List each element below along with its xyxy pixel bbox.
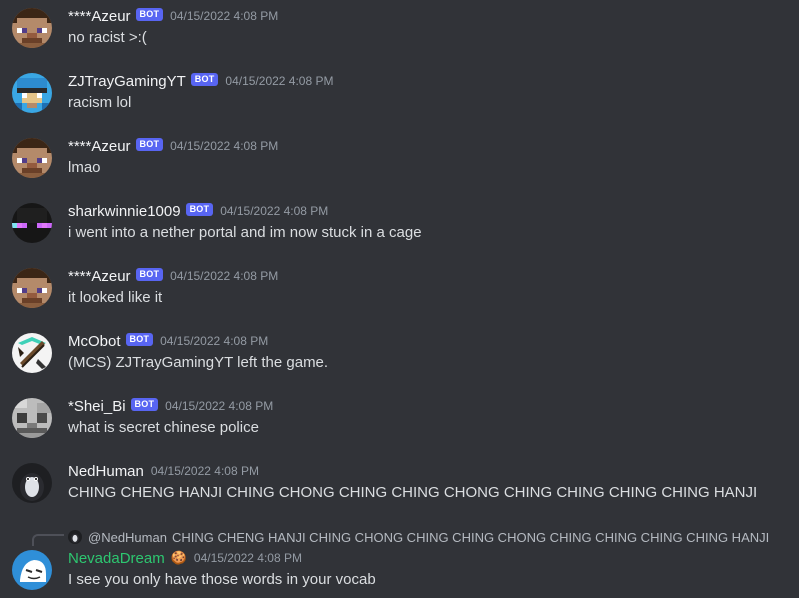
penguin-avatar-icon bbox=[68, 530, 82, 544]
message: ****Azeur BOT 04/15/2022 4:08 PM no raci… bbox=[0, 7, 799, 68]
username[interactable]: ****Azeur bbox=[68, 268, 131, 285]
timestamp: 04/15/2022 4:08 PM bbox=[165, 399, 274, 413]
ghost-avatar-icon[interactable] bbox=[12, 550, 52, 590]
message-content: I see you only have those words in your … bbox=[68, 571, 376, 588]
timestamp: 04/15/2022 4:08 PM bbox=[160, 334, 269, 348]
timestamp: 04/15/2022 4:08 PM bbox=[220, 204, 329, 218]
bot-tag: BOT bbox=[190, 72, 219, 86]
message-content: (MCS) ZJTrayGamingYT left the game. bbox=[68, 354, 329, 371]
steve-avatar-icon[interactable] bbox=[12, 268, 52, 308]
bot-tag: BOT bbox=[135, 267, 164, 281]
bot-tag: BOT bbox=[135, 7, 164, 21]
bot-tag: BOT bbox=[130, 397, 159, 411]
username[interactable]: McObot bbox=[68, 333, 121, 350]
steve-avatar-icon[interactable] bbox=[12, 8, 52, 48]
bot-tag: BOT bbox=[135, 137, 164, 151]
message: sharkwinnie1009 BOT 04/15/2022 4:08 PM i… bbox=[0, 202, 799, 263]
message: McObot BOT 04/15/2022 4:08 PM (MCS) ZJTr… bbox=[0, 332, 799, 393]
bot-tag: BOT bbox=[185, 202, 214, 216]
username[interactable]: ****Azeur bbox=[68, 8, 131, 25]
message-content: lmao bbox=[68, 159, 101, 176]
chat-message-list: ****Azeur BOT 04/15/2022 4:08 PM no raci… bbox=[0, 0, 799, 598]
timestamp: 04/15/2022 4:08 PM bbox=[193, 551, 302, 565]
message-content: no racist >:( bbox=[68, 29, 147, 46]
message-content: i went into a nether portal and im now s… bbox=[68, 224, 422, 241]
username[interactable]: *Shei_Bi bbox=[68, 398, 126, 415]
reply-reference[interactable]: @NedHuman CHING CHENG HANJI CHING CHONG … bbox=[68, 528, 769, 546]
penguin-avatar-icon[interactable] bbox=[12, 463, 52, 503]
pickaxe-avatar-icon[interactable] bbox=[12, 333, 52, 373]
message: ****Azeur BOT 04/15/2022 4:08 PM lmao bbox=[0, 137, 799, 198]
timestamp: 04/15/2022 4:08 PM bbox=[150, 464, 259, 478]
message-content: racism lol bbox=[68, 94, 132, 111]
message: ZJTrayGamingYT BOT 04/15/2022 4:08 PM ra… bbox=[0, 72, 799, 133]
reply-connector bbox=[32, 534, 64, 546]
diamond-helmet-avatar-icon[interactable] bbox=[12, 73, 52, 113]
reply-preview-text: CHING CHENG HANJI CHING CHONG CHING CHIN… bbox=[171, 529, 770, 545]
username[interactable]: ****Azeur bbox=[68, 138, 131, 155]
message: NedHuman 04/15/2022 4:08 PM CHING CHENG … bbox=[0, 463, 799, 523]
timestamp: 04/15/2022 4:08 PM bbox=[170, 9, 279, 23]
enderman-avatar-icon[interactable] bbox=[12, 203, 52, 243]
skeleton-avatar-icon[interactable] bbox=[12, 398, 52, 438]
timestamp: 04/15/2022 4:08 PM bbox=[170, 269, 279, 283]
message-reply: @NedHuman CHING CHENG HANJI CHING CHONG … bbox=[0, 528, 799, 598]
username[interactable]: sharkwinnie1009 bbox=[68, 203, 181, 220]
steve-avatar-icon[interactable] bbox=[12, 138, 52, 178]
message-content: what is secret chinese police bbox=[68, 419, 259, 436]
bot-tag: BOT bbox=[125, 332, 154, 346]
timestamp: 04/15/2022 4:08 PM bbox=[225, 74, 334, 88]
cookie-role-icon: 🍪 bbox=[170, 550, 187, 565]
message: *Shei_Bi BOT 04/15/2022 4:08 PM what is … bbox=[0, 397, 799, 458]
reply-mention[interactable]: @NedHuman bbox=[88, 530, 167, 545]
message: ****Azeur BOT 04/15/2022 4:08 PM it look… bbox=[0, 267, 799, 328]
username[interactable]: NevadaDream bbox=[68, 550, 165, 567]
message-content: CHING CHENG HANJI CHING CHONG CHING CHIN… bbox=[68, 484, 758, 501]
username[interactable]: NedHuman bbox=[68, 463, 144, 480]
message-content: it looked like it bbox=[68, 289, 163, 306]
timestamp: 04/15/2022 4:08 PM bbox=[170, 139, 279, 153]
username[interactable]: ZJTrayGamingYT bbox=[68, 73, 186, 90]
